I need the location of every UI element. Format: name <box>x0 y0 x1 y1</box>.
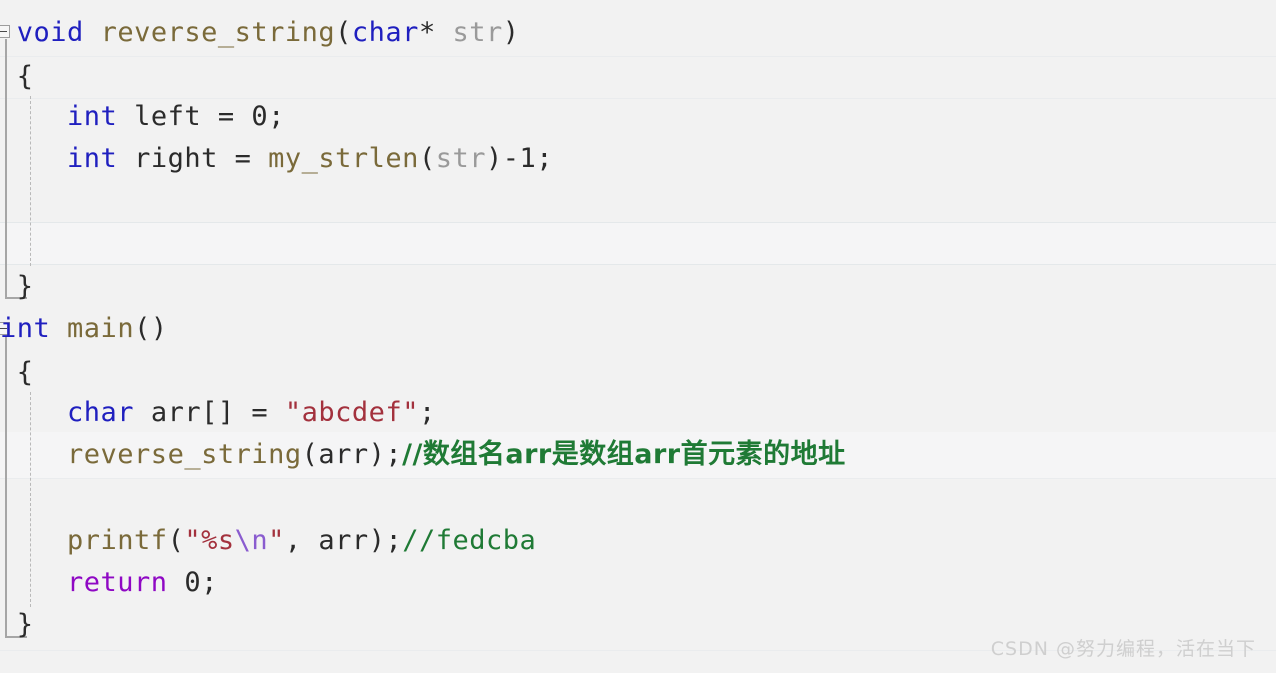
token-brace-open: { <box>16 61 34 92</box>
token-function-my-strlen: my_strlen <box>268 143 419 174</box>
token-string-abcdef: "abcdef" <box>284 397 419 428</box>
token-keyword-int: int <box>0 313 51 344</box>
token-parens: () <box>134 313 168 344</box>
token-assign: = <box>217 143 269 174</box>
token-paren-semicolon: ); <box>368 439 403 470</box>
token-semicolon: ; <box>418 397 436 428</box>
token-paren-semicolon: ); <box>368 525 403 556</box>
token-brace-open: { <box>16 357 34 388</box>
token-assign: = <box>201 101 252 132</box>
code-line-13: printf("%s\n", arr);//fedcba <box>0 520 1276 562</box>
token-identifier-arr: arr <box>318 525 369 556</box>
token-function-main: main <box>67 313 135 344</box>
code-line-9: { <box>0 352 1276 394</box>
token-keyword-char: char <box>67 397 135 428</box>
code-line-12-blank <box>0 478 1276 520</box>
code-line-14: return 0; <box>0 562 1276 604</box>
code-line-2: { <box>0 56 1276 98</box>
token-keyword-void: void <box>16 17 84 48</box>
token-keyword-int: int <box>67 101 118 132</box>
token-minus-one: -1 <box>502 143 537 174</box>
token-pointer-star: * <box>418 17 453 48</box>
token-number-0: 0 <box>184 567 202 598</box>
token-keyword-int: int <box>67 143 118 174</box>
token-function-printf: printf <box>67 525 168 556</box>
token-number-0: 0 <box>251 101 269 132</box>
code-line-7: } <box>0 266 1276 308</box>
token-function-reverse-string: reverse_string <box>100 17 336 48</box>
code-line-5-blank <box>0 180 1276 222</box>
token-keyword-return: return <box>67 567 168 598</box>
token-comment-fedcba: //fedcba <box>402 525 537 556</box>
code-line-4: int right = my_strlen(str)-1; <box>0 138 1276 180</box>
token-assign: = <box>234 397 285 428</box>
token-semicolon: ; <box>268 101 285 132</box>
token-semicolon: ; <box>201 567 218 598</box>
token-identifier-right: right <box>134 143 218 174</box>
token-paren: ( <box>335 17 352 48</box>
csdn-watermark: CSDN @努力编程，活在当下 <box>990 638 1256 660</box>
token-paren: ( <box>167 525 185 556</box>
token-paren: ( <box>418 143 436 174</box>
code-line-1: void reverse_string(char* str) <box>0 12 1276 54</box>
token-paren: ) <box>502 17 520 48</box>
code-line-8: int main() <box>0 308 1276 350</box>
token-string-quote: " <box>268 525 285 556</box>
token-function-reverse-string: reverse_string <box>67 439 302 470</box>
token-identifier-left: left <box>134 101 202 132</box>
token-semicolon: ; <box>536 143 554 174</box>
token-parameter-str: str <box>435 143 486 174</box>
token-comma: , <box>284 525 319 556</box>
token-paren: ) <box>486 143 503 174</box>
code-editor-surface[interactable]: void reverse_string(char* str) { int lef… <box>0 0 1276 673</box>
code-line-3: int left = 0; <box>0 96 1276 138</box>
token-identifier-arr: arr <box>318 439 369 470</box>
code-line-6-blank <box>0 222 1276 264</box>
token-paren: ( <box>301 439 319 470</box>
token-brace-close: } <box>16 609 34 640</box>
token-comment-chinese: //数组名arr是数组arr首元素的地址 <box>402 439 846 470</box>
token-brace-close: } <box>16 271 34 302</box>
token-keyword-char: char <box>351 17 419 48</box>
token-identifier-arr: arr <box>150 397 202 428</box>
code-line-10: char arr[] = "abcdef"; <box>0 392 1276 434</box>
token-parameter-str: str <box>452 17 503 48</box>
code-line-11: reverse_string(arr);//数组名arr是数组arr首元素的地址 <box>0 434 1276 476</box>
token-escape-newline: \n <box>234 525 269 556</box>
row-separator <box>0 264 1276 265</box>
token-brackets: [] <box>201 397 235 428</box>
token-string-format: "%s <box>184 525 235 556</box>
